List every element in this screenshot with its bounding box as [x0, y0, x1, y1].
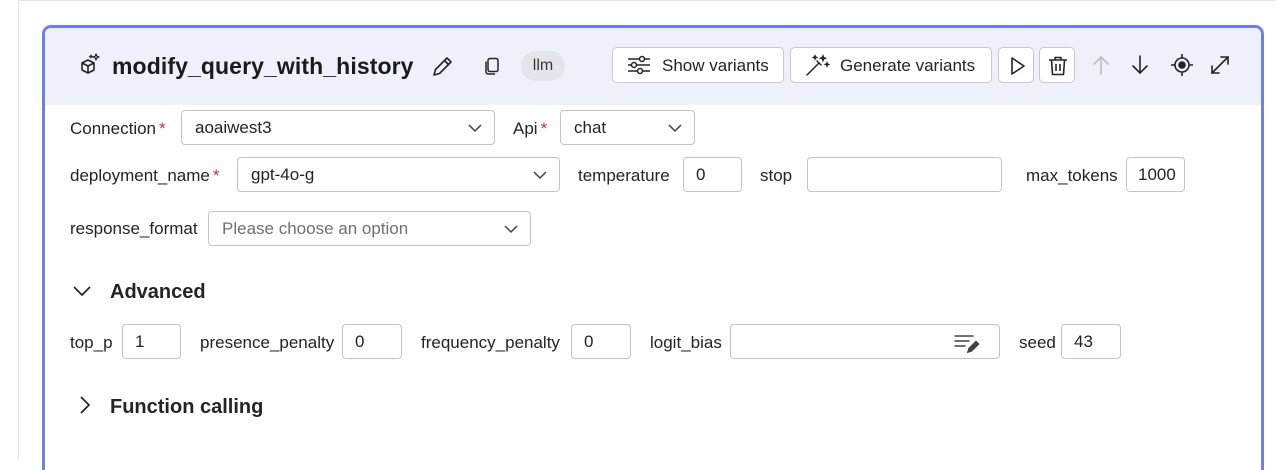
- stop-input[interactable]: [807, 157, 1002, 192]
- delete-button[interactable]: [1039, 47, 1075, 83]
- arrow-down-icon[interactable]: [1128, 53, 1152, 82]
- expand-icon[interactable]: [1208, 53, 1232, 82]
- api-label: Api *: [513, 119, 548, 138]
- temperature-label: temperature: [578, 166, 670, 185]
- advanced-section-title[interactable]: Advanced: [110, 281, 206, 304]
- function-calling-section-title[interactable]: Function calling: [110, 396, 263, 419]
- connection-label: Connection *: [70, 119, 166, 138]
- node-header: modify_query_with_history llm Show varia…: [45, 28, 1261, 105]
- top-p-input[interactable]: 1: [122, 324, 181, 359]
- deployment-name-select[interactable]: gpt-4o-g: [237, 157, 560, 192]
- generate-variants-label: Generate variants: [840, 56, 976, 75]
- arrow-up-icon[interactable]: [1089, 53, 1113, 82]
- llm-node-card: modify_query_with_history llm Show varia…: [42, 25, 1264, 470]
- generate-variants-button[interactable]: Generate variants: [790, 47, 992, 83]
- node-title: modify_query_with_history: [112, 53, 414, 79]
- max-tokens-label: max_tokens: [1026, 166, 1118, 185]
- stop-label: stop: [760, 166, 793, 185]
- frequency-penalty-input[interactable]: 0: [571, 324, 631, 359]
- top-p-label: top_p: [70, 333, 113, 352]
- presence-penalty-input[interactable]: 0: [342, 324, 402, 359]
- node-type-badge: llm: [521, 51, 565, 81]
- api-select[interactable]: chat: [560, 110, 695, 145]
- seed-label: seed: [1019, 333, 1056, 352]
- logit-bias-input[interactable]: [730, 324, 1000, 359]
- max-tokens-input[interactable]: 1000: [1126, 157, 1185, 192]
- temperature-input[interactable]: 0: [683, 157, 742, 192]
- chevron-right-icon[interactable]: [78, 395, 92, 420]
- show-variants-label: Show variants: [662, 56, 769, 75]
- response-format-select[interactable]: Please choose an option: [208, 211, 531, 246]
- edit-text-icon[interactable]: [953, 332, 981, 358]
- connection-select[interactable]: aoaiwest3: [181, 110, 495, 145]
- chevron-down-icon[interactable]: [72, 284, 92, 303]
- presence-penalty-label: presence_penalty: [200, 333, 335, 352]
- logit-bias-label: logit_bias: [650, 333, 722, 352]
- pencil-icon[interactable]: [429, 54, 455, 85]
- magic-wand-icon: [804, 53, 831, 83]
- target-icon[interactable]: [1170, 53, 1194, 82]
- run-button[interactable]: [998, 47, 1034, 83]
- frequency-penalty-label: frequency_penalty: [421, 333, 560, 352]
- sparkle-cube-icon: [78, 52, 102, 81]
- response-format-label: response_format: [70, 219, 198, 238]
- deployment-name-label: deployment_name *: [70, 166, 220, 185]
- show-variants-button[interactable]: Show variants: [612, 47, 784, 83]
- copy-icon[interactable]: [482, 56, 502, 81]
- seed-input[interactable]: 43: [1061, 324, 1121, 359]
- sliders-icon: [626, 54, 652, 81]
